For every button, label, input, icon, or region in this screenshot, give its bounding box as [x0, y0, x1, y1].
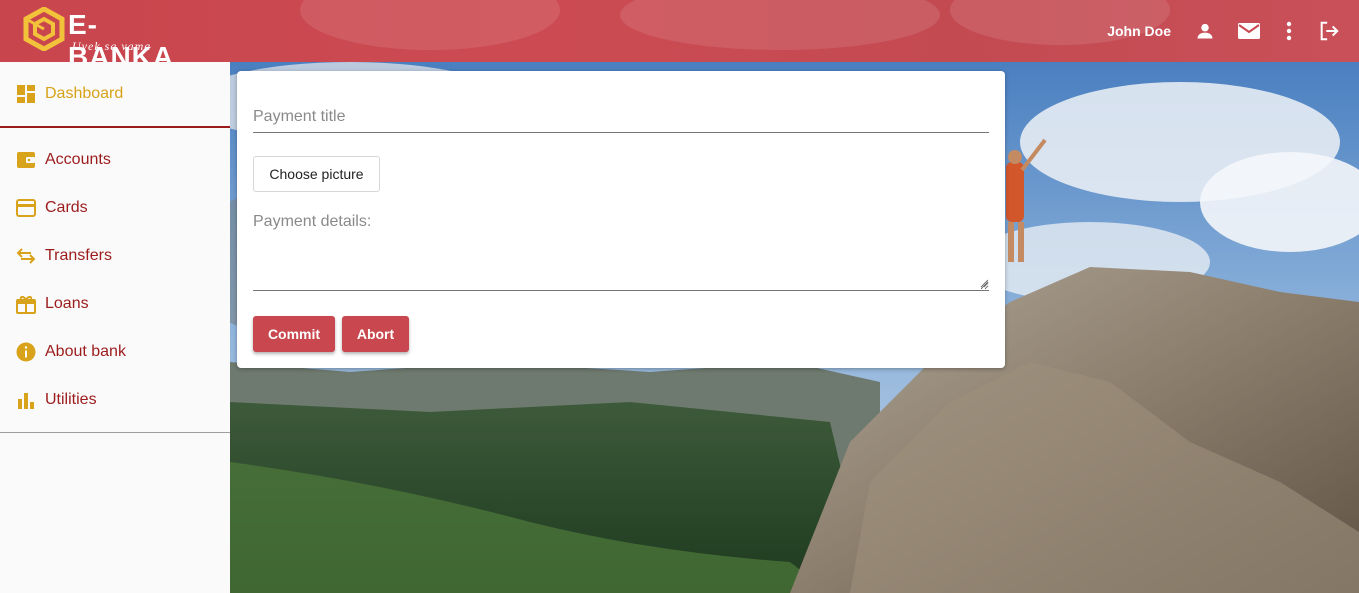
sidebar-item-label: About bank: [45, 343, 126, 360]
gift-box-icon: [15, 293, 37, 315]
sidebar-item-accounts[interactable]: Accounts: [0, 136, 230, 184]
choose-picture-button[interactable]: Choose picture: [253, 156, 380, 192]
sidebar-item-label: Transfers: [45, 247, 112, 264]
mail-icon[interactable]: [1237, 19, 1261, 43]
abort-button[interactable]: Abort: [342, 316, 409, 352]
sidebar-item-label: Accounts: [45, 151, 111, 168]
sidebar-divider: [0, 126, 230, 128]
sidebar-item-label: Utilities: [45, 391, 97, 408]
brand-slogan: Uvek sa vama: [72, 39, 152, 53]
user-name[interactable]: John Doe: [1107, 23, 1171, 39]
sidebar-item-cards[interactable]: Cards: [0, 184, 230, 232]
more-vert-icon[interactable]: [1277, 19, 1301, 43]
swap-arrows-icon: [15, 245, 37, 267]
sidebar-item-utilities[interactable]: Utilities: [0, 376, 230, 424]
payment-details-textarea[interactable]: [253, 237, 989, 291]
sidebar-item-dashboard[interactable]: Dashboard: [0, 70, 230, 118]
sidebar-item-label: Loans: [45, 295, 89, 312]
bar-chart-icon: [15, 389, 37, 411]
info-icon: [15, 341, 37, 363]
credit-card-icon: [15, 197, 37, 219]
app-logo[interactable]: E-BANKA Uvek sa vama: [22, 7, 202, 62]
payment-form-card: Choose picture Payment details: Commit A…: [237, 71, 1005, 368]
payment-title-input[interactable]: [253, 101, 989, 133]
logout-icon[interactable]: [1317, 19, 1341, 43]
top-app-bar: E-BANKA Uvek sa vama John Doe: [0, 0, 1359, 62]
sidebar-item-transfers[interactable]: Transfers: [0, 232, 230, 280]
logo-mark-icon: [23, 7, 65, 51]
sidebar-bottom-divider: [0, 432, 230, 433]
sidebar-item-loans[interactable]: Loans: [0, 280, 230, 328]
user-area: John Doe: [1107, 14, 1341, 48]
brand-name: E-BANKA: [68, 9, 175, 62]
sidebar-item-label: Dashboard: [45, 85, 124, 102]
person-icon[interactable]: [1193, 19, 1217, 43]
wallet-icon: [15, 149, 37, 171]
sidebar-item-about-bank[interactable]: About bank: [0, 328, 230, 376]
dashboard-icon: [15, 83, 37, 105]
resize-handle-icon[interactable]: [979, 278, 989, 288]
payment-details-label: Payment details:: [253, 213, 372, 230]
commit-button[interactable]: Commit: [253, 316, 335, 352]
sidebar: Dashboard Accounts Cards Transfers Loans…: [0, 62, 230, 593]
sidebar-item-label: Cards: [45, 199, 88, 216]
